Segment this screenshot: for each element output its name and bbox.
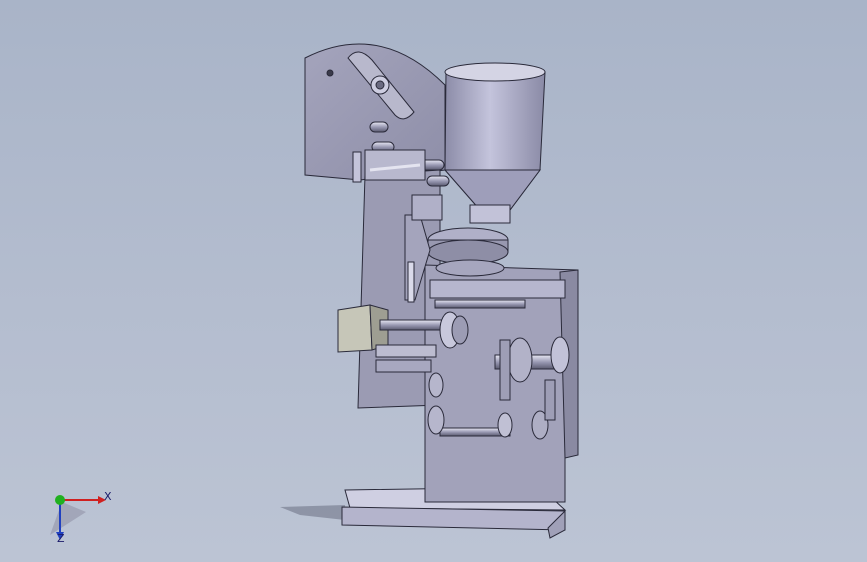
dosing-disk[interactable]: [427, 227, 509, 277]
y-axis: [55, 495, 65, 505]
3d-viewport[interactable]: X Z: [0, 0, 867, 562]
shadow: [280, 505, 345, 520]
machine-model[interactable]: [0, 0, 867, 562]
hopper[interactable]: [443, 62, 546, 224]
x-axis-label: X: [104, 490, 112, 503]
z-axis-label: Z: [57, 532, 65, 545]
